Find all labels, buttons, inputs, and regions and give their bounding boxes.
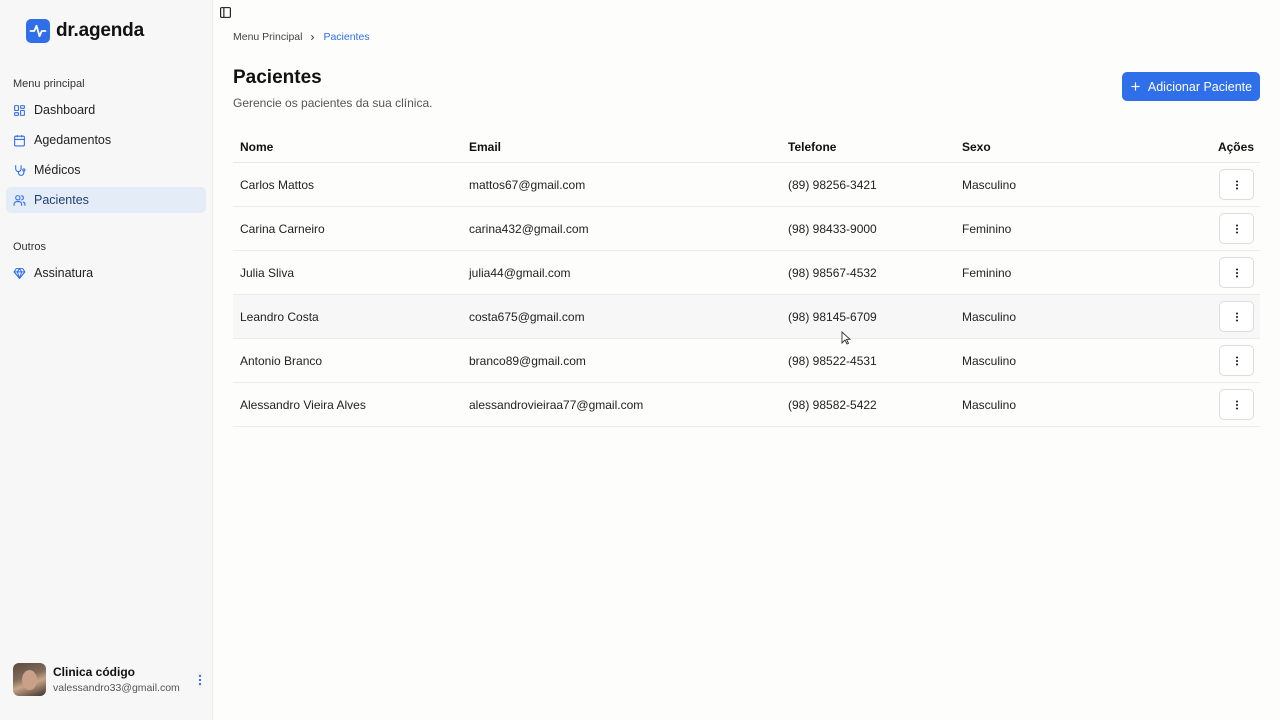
cell-sexo: Masculino <box>962 397 1017 412</box>
cell-sexo: Feminino <box>962 221 1012 236</box>
header-nome: Nome <box>240 139 274 154</box>
user-email: valessandro33@gmail.com <box>53 682 180 694</box>
breadcrumb-current: Pacientes <box>323 31 370 43</box>
sidebar-item-medicos[interactable]: Médicos <box>6 157 206 183</box>
more-vertical-icon <box>1235 180 1238 189</box>
cell-nome: Alessandro Vieira Alves <box>240 397 366 412</box>
more-vertical-icon <box>1235 356 1238 365</box>
cell-sexo: Masculino <box>962 309 1017 324</box>
pulse-logo-icon <box>26 19 50 43</box>
table-row[interactable]: Alessandro Vieira Alves alessandrovieira… <box>233 383 1260 427</box>
cell-sexo: Masculino <box>962 177 1017 192</box>
row-actions-button[interactable] <box>1219 213 1254 244</box>
sidebar-item-assinatura[interactable]: Assinatura <box>6 260 206 286</box>
breadcrumb: Menu Principal Pacientes <box>233 31 370 43</box>
cell-email: julia44@gmail.com <box>469 265 571 280</box>
table-row[interactable]: Leandro Costa costa675@gmail.com (98) 98… <box>233 295 1260 339</box>
cell-nome: Antonio Branco <box>240 353 323 368</box>
table-row[interactable]: Carina Carneiro carina432@gmail.com (98)… <box>233 207 1260 251</box>
cell-email: branco89@gmail.com <box>469 353 586 368</box>
cell-telefone: (89) 98256-3421 <box>788 177 877 192</box>
header-sexo: Sexo <box>962 139 991 154</box>
dashboard-icon <box>14 104 25 116</box>
sidebar-item-label: Agedamentos <box>34 133 112 147</box>
page-title: Pacientes <box>233 67 322 88</box>
patients-table: Nome Email Telefone Sexo Ações Carlos Ma… <box>233 131 1260 427</box>
brand-name: dr.agenda <box>56 20 144 41</box>
cell-email: carina432@gmail.com <box>469 221 589 236</box>
sidebar: dr.agenda Menu principal Dashboard Ageda… <box>0 0 213 720</box>
cell-telefone: (98) 98567-4532 <box>788 265 877 280</box>
header-email: Email <box>469 139 502 154</box>
menu-principal-label: Menu principal <box>13 78 85 90</box>
table-row[interactable]: Carlos Mattos mattos67@gmail.com (89) 98… <box>233 163 1260 207</box>
breadcrumb-root[interactable]: Menu Principal <box>233 31 302 43</box>
row-actions-button[interactable] <box>1219 389 1254 420</box>
cell-telefone: (98) 98582-5422 <box>788 397 877 412</box>
avatar <box>13 663 46 696</box>
chevron-right-icon <box>311 34 315 40</box>
cell-email: costa675@gmail.com <box>469 309 585 324</box>
sidebar-item-agendamentos[interactable]: Agedamentos <box>6 127 206 153</box>
cell-email: mattos67@gmail.com <box>469 177 586 192</box>
outros-label: Outros <box>13 241 47 253</box>
stethoscope-icon <box>15 164 26 176</box>
user-name: Clinica código <box>53 665 136 679</box>
header-telefone: Telefone <box>788 139 837 154</box>
cell-nome: Leandro Costa <box>240 309 319 324</box>
more-vertical-icon <box>1235 268 1238 277</box>
header-acoes: Ações <box>1217 139 1254 154</box>
more-vertical-icon <box>1235 224 1238 233</box>
add-patient-button[interactable]: Adicionar Paciente <box>1122 72 1260 101</box>
table-header: Nome Email Telefone Sexo Ações <box>233 131 1260 163</box>
table-row[interactable]: Julia Sliva julia44@gmail.com (98) 98567… <box>233 251 1260 295</box>
cell-sexo: Masculino <box>962 353 1017 368</box>
row-actions-button[interactable] <box>1219 345 1254 376</box>
more-vertical-icon <box>1235 312 1238 321</box>
cell-email: alessandrovieiraa77@gmail.com <box>469 397 644 412</box>
sidebar-item-dashboard[interactable]: Dashboard <box>6 97 206 123</box>
sidebar-item-label: Dashboard <box>34 103 96 117</box>
more-vertical-icon <box>1235 400 1238 409</box>
cell-nome: Carlos Mattos <box>240 177 315 192</box>
gem-icon <box>13 267 26 279</box>
cell-telefone: (98) 98433-9000 <box>788 221 877 236</box>
row-actions-button[interactable] <box>1219 169 1254 200</box>
sidebar-item-label: Assinatura <box>34 266 94 280</box>
calendar-icon <box>14 134 25 146</box>
users-icon <box>13 194 26 206</box>
page-subtitle: Gerencie os pacientes da sua clínica. <box>233 96 433 110</box>
cell-sexo: Feminino <box>962 265 1012 280</box>
user-profile[interactable]: Clinica código valessandro33@gmail.com <box>13 663 180 696</box>
row-actions-button[interactable] <box>1219 257 1254 288</box>
cell-telefone: (98) 98522-4531 <box>788 353 877 368</box>
add-patient-label: Adicionar Paciente <box>1147 79 1253 94</box>
table-row[interactable]: Antonio Branco branco89@gmail.com (98) 9… <box>233 339 1260 383</box>
mouse-cursor-icon <box>841 331 851 345</box>
row-actions-button[interactable] <box>1219 301 1254 332</box>
sidebar-toggle-icon[interactable] <box>219 6 232 19</box>
sidebar-item-label: Médicos <box>34 163 81 177</box>
sidebar-item-pacientes[interactable]: Pacientes <box>6 187 206 213</box>
cell-nome: Carina Carneiro <box>240 221 325 236</box>
more-vertical-icon[interactable] <box>193 673 207 687</box>
plus-icon <box>1131 82 1140 91</box>
cell-telefone: (98) 98145-6709 <box>788 309 877 324</box>
sidebar-item-label: Pacientes <box>34 193 89 207</box>
brand[interactable]: dr.agenda <box>26 19 144 43</box>
cell-nome: Julia Sliva <box>240 265 295 280</box>
